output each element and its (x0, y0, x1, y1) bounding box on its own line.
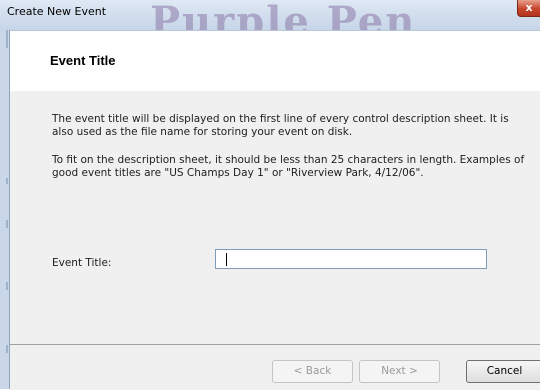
window-title: Create New Event (7, 5, 107, 18)
description-paragraph: The event title will be displayed on the… (52, 113, 509, 138)
wizard-content: The event title will be displayed on the… (10, 91, 540, 344)
close-button[interactable]: x (517, 0, 540, 17)
event-title-input[interactable] (215, 249, 487, 269)
next-button[interactable]: Next > (359, 360, 440, 383)
cancel-button[interactable]: Cancel (466, 360, 540, 383)
frame-mark (6, 282, 8, 290)
back-button[interactable]: < Back (272, 360, 353, 383)
page-title: Event Title (50, 53, 116, 68)
app-background-title: Purple Pen (150, 0, 417, 30)
wizard-footer: < Back Next > Cancel (10, 344, 540, 390)
event-title-label: Event Title: (52, 257, 112, 269)
wizard-header: Event Title (10, 30, 540, 92)
window-frame-left (0, 30, 10, 389)
title-bar[interactable]: Purple Pen Create New Event x (0, 0, 540, 30)
frame-mark (6, 178, 8, 184)
frame-mark (6, 345, 8, 353)
frame-mark (6, 220, 8, 228)
text-caret (226, 253, 227, 266)
frame-mark (6, 30, 8, 48)
close-icon: x (525, 1, 533, 14)
guidance-paragraph: To fit on the description sheet, it shou… (52, 154, 525, 179)
